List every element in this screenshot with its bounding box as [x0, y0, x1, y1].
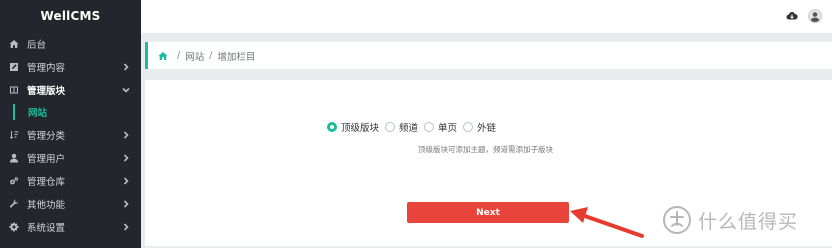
sidebar-item-settings[interactable]: 系统设置 — [0, 215, 141, 238]
home-icon — [8, 38, 20, 50]
breadcrumb-separator: / — [209, 50, 213, 61]
sidebar-item-label: 管理仓库 — [27, 176, 66, 188]
user-icon — [8, 152, 20, 164]
form-hint: 顶级版块可添加主题，频道需添加子版块 — [418, 145, 553, 154]
radio-channel[interactable]: 频道 — [385, 120, 418, 134]
breadcrumb-item-add-column: 增加栏目 — [217, 51, 256, 63]
watermark-logo-icon — [663, 206, 691, 234]
radio-external-link[interactable]: 外链 — [463, 120, 496, 134]
watermark-text: 什么值得买 — [698, 210, 799, 233]
breadcrumb: / 网站 / 增加栏目 — [145, 42, 832, 69]
sidebar-item-other[interactable]: 其他功能 — [0, 192, 141, 215]
next-button[interactable]: Next — [407, 202, 569, 223]
sidebar-subitem-website[interactable]: 网站 — [0, 101, 141, 123]
sidebar-item-categories[interactable]: 管理分类 — [0, 123, 141, 146]
breadcrumb-separator: / — [177, 50, 181, 61]
forum-type-radio-group: 顶级版块 频道 单页 外链 — [327, 120, 502, 134]
sidebar-item-label: 系统设置 — [27, 222, 66, 234]
wrench-icon — [8, 198, 20, 210]
gear-icon — [8, 221, 20, 233]
radio-top-forum[interactable]: 顶级版块 — [327, 120, 379, 134]
sidebar-item-storage[interactable]: 管理仓库 — [0, 169, 141, 192]
sidebar-item-label: 管理内容 — [27, 62, 66, 74]
radio-dot[interactable] — [463, 122, 474, 132]
home-icon[interactable] — [158, 51, 168, 61]
radio-dot[interactable] — [327, 122, 337, 132]
chevron-down-icon — [122, 84, 132, 94]
radio-label: 外链 — [477, 123, 497, 134]
brand-title[interactable]: WellCMS — [0, 0, 141, 32]
sidebar-item-label: 后台 — [27, 39, 47, 51]
sidebar-item-label: 其他功能 — [27, 199, 66, 211]
sidebar-item-forums[interactable]: 管理版块 — [0, 78, 141, 101]
sidebar-item-label: 管理用户 — [27, 153, 66, 165]
sidebar-item-users[interactable]: 管理用户 — [0, 146, 141, 169]
columns-icon — [8, 84, 20, 96]
sidebar-menu: 后台 管理内容 管理版块 网站 管理分类 管理用户 管理仓库 其他功能 系统设置 — [0, 32, 141, 238]
radio-dot[interactable] — [424, 122, 435, 132]
cloud-download-icon[interactable] — [786, 10, 798, 22]
radio-label: 单页 — [438, 123, 458, 134]
cogs-icon — [8, 175, 20, 187]
chevron-right-icon — [122, 198, 132, 208]
chevron-right-icon — [122, 175, 132, 185]
annotation-arrow-icon — [570, 207, 644, 238]
chevron-right-icon — [122, 129, 132, 139]
sidebar-item-label: 管理分类 — [27, 130, 66, 142]
breadcrumb-item-website[interactable]: 网站 — [185, 49, 204, 63]
sidebar-item-content[interactable]: 管理内容 — [0, 55, 141, 78]
radio-single-page[interactable]: 单页 — [424, 120, 457, 134]
sort-icon — [8, 129, 20, 141]
chevron-right-icon — [122, 152, 132, 162]
edit-icon — [8, 61, 20, 73]
chevron-right-icon — [122, 61, 132, 71]
sidebar-item-dashboard[interactable]: 后台 — [0, 32, 141, 55]
radio-label: 顶级版块 — [341, 123, 380, 134]
chevron-right-icon — [122, 221, 132, 231]
user-avatar[interactable] — [808, 9, 822, 23]
watermark: 什么值得买 — [662, 205, 798, 235]
sidebar-item-label: 管理版块 — [27, 85, 66, 97]
top-bar — [141, 0, 832, 33]
top-bar-actions — [786, 9, 822, 23]
sidebar: WellCMS 后台 管理内容 管理版块 网站 管理分类 管理用户 管理仓库 其… — [0, 0, 141, 248]
radio-dot[interactable] — [385, 122, 396, 132]
radio-label: 频道 — [399, 123, 419, 134]
sidebar-subitem-label: 网站 — [28, 108, 48, 119]
